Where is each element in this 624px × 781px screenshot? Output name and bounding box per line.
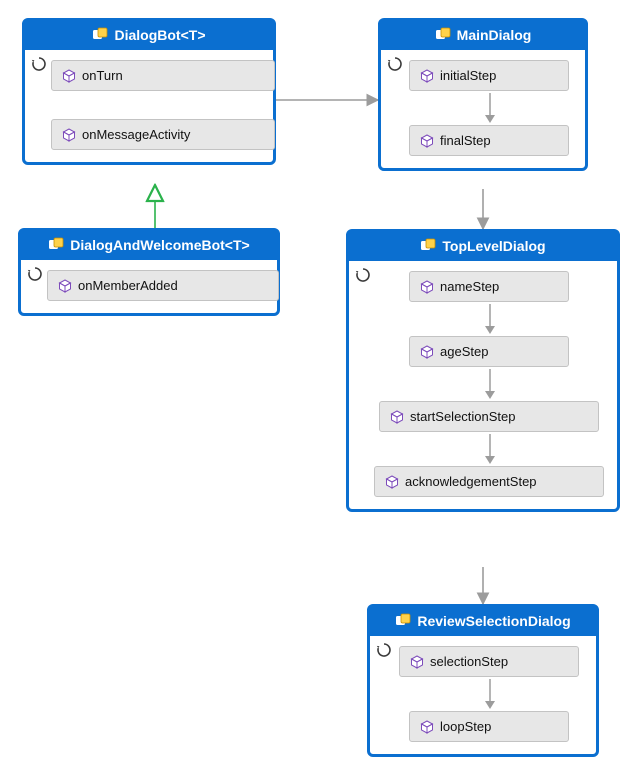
class-body: onTurn onMessageActivity (25, 50, 273, 162)
class-icon (420, 238, 436, 254)
method-label: startSelectionStep (410, 409, 516, 424)
method-label: onMessageActivity (82, 127, 190, 142)
class-title: MainDialog (457, 27, 532, 43)
method-label: loopStep (440, 719, 491, 734)
method-label: nameStep (440, 279, 499, 294)
cycle-icon (355, 267, 371, 283)
class-header: MainDialog (381, 21, 585, 50)
method-selectionstep: selectionStep (399, 646, 579, 677)
method-label: selectionStep (430, 654, 508, 669)
method-flow-arrow (483, 432, 497, 466)
class-title: TopLevelDialog (442, 238, 545, 254)
method-flow-arrow (483, 677, 497, 711)
method-loopstep: loopStep (409, 711, 569, 742)
method-onmemberadded: onMemberAdded (47, 270, 279, 301)
cube-icon (420, 134, 434, 148)
cube-icon (385, 475, 399, 489)
class-icon (92, 27, 108, 43)
method-label: finalStep (440, 133, 491, 148)
method-onmessageactivity: onMessageActivity (51, 119, 275, 150)
method-acknowledgementstep: acknowledgementStep (374, 466, 604, 497)
class-icon (395, 613, 411, 629)
cube-icon (390, 410, 404, 424)
method-flow-arrow (483, 302, 497, 336)
class-header: TopLevelDialog (349, 232, 617, 261)
method-finalstep: finalStep (409, 125, 569, 156)
cycle-icon (387, 56, 403, 72)
class-reviewselectiondialog: ReviewSelectionDialog selectionStep (367, 604, 599, 757)
method-onturn: onTurn (51, 60, 275, 91)
method-flow-arrow (483, 91, 497, 125)
cube-icon (58, 279, 72, 293)
diagram-canvas: DialogBot<T> onTurn (0, 0, 624, 781)
cycle-icon (376, 642, 392, 658)
cube-icon (420, 69, 434, 83)
method-label: ageStep (440, 344, 488, 359)
class-dialogbot: DialogBot<T> onTurn (22, 18, 276, 165)
method-initialstep: initialStep (409, 60, 569, 91)
cycle-icon (31, 56, 47, 72)
class-body: onMemberAdded (21, 260, 277, 313)
class-title: ReviewSelectionDialog (417, 613, 570, 629)
class-body: initialStep finalStep (381, 50, 585, 168)
class-icon (48, 237, 64, 253)
class-maindialog: MainDialog initialStep (378, 18, 588, 171)
method-label: acknowledgementStep (405, 474, 537, 489)
class-title: DialogBot<T> (114, 27, 205, 43)
cube-icon (420, 345, 434, 359)
class-icon (435, 27, 451, 43)
class-dialogandwelcomebot: DialogAndWelcomeBot<T> onMemberAdded (18, 228, 280, 316)
cube-icon (62, 128, 76, 142)
cube-icon (62, 69, 76, 83)
class-body: nameStep ageStep (349, 261, 617, 509)
class-title: DialogAndWelcomeBot<T> (70, 237, 249, 253)
cube-icon (420, 280, 434, 294)
method-label: initialStep (440, 68, 496, 83)
class-topleveldialog: TopLevelDialog nameStep (346, 229, 620, 512)
cube-icon (410, 655, 424, 669)
class-header: ReviewSelectionDialog (370, 607, 596, 636)
method-label: onMemberAdded (78, 278, 178, 293)
method-namestep: nameStep (409, 271, 569, 302)
class-body: selectionStep loopStep (370, 636, 596, 754)
method-agestep: ageStep (409, 336, 569, 367)
method-flow-arrow (483, 367, 497, 401)
method-label: onTurn (82, 68, 123, 83)
cycle-icon (27, 266, 43, 282)
method-startselectionstep: startSelectionStep (379, 401, 599, 432)
class-header: DialogAndWelcomeBot<T> (21, 231, 277, 260)
class-header: DialogBot<T> (25, 21, 273, 50)
cube-icon (420, 720, 434, 734)
